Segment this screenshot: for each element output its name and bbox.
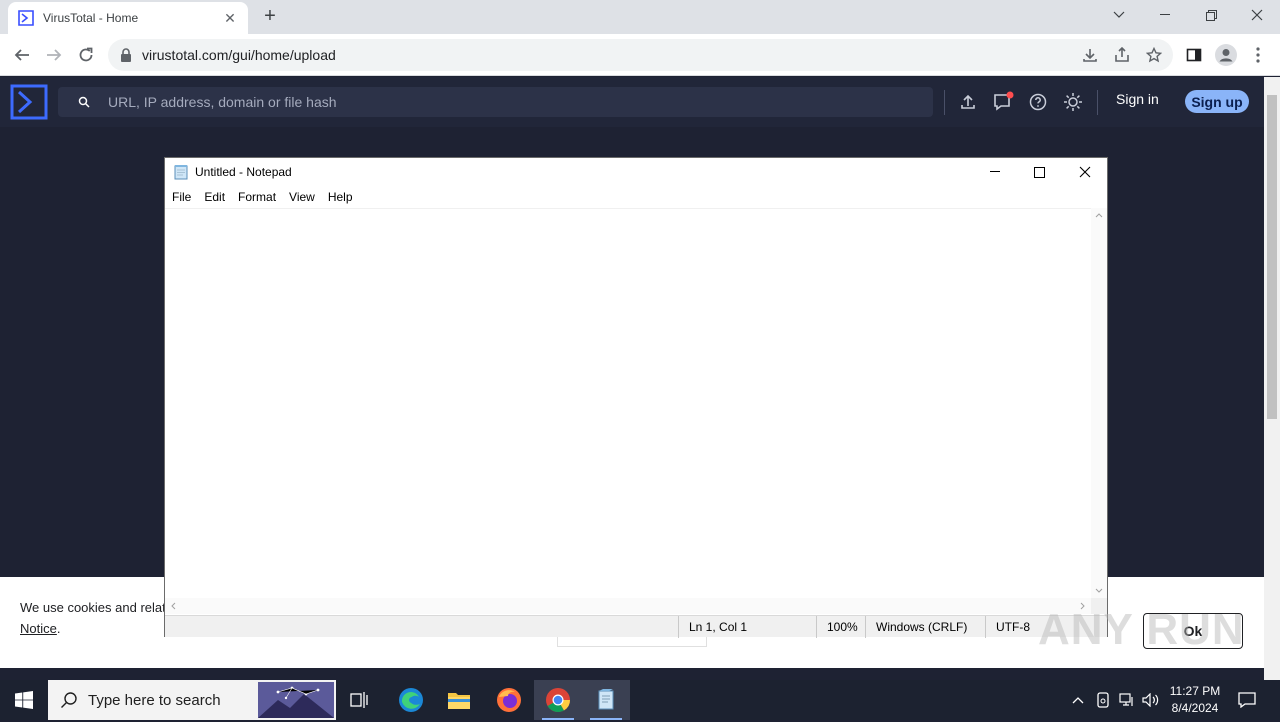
virustotal-logo-icon[interactable] — [10, 84, 48, 120]
reload-icon[interactable] — [71, 40, 101, 70]
address-bar[interactable]: virustotal.com/gui/home/upload — [108, 39, 1173, 71]
help-icon[interactable] — [1026, 90, 1050, 114]
new-tab-button[interactable]: + — [258, 6, 282, 28]
status-zoom: 100% — [816, 616, 868, 638]
notepad-horizontal-scrollbar[interactable] — [165, 598, 1091, 614]
privacy-notice-link[interactable]: Notice — [20, 621, 57, 636]
sign-in-link[interactable]: Sign in — [1116, 91, 1159, 107]
action-center-icon[interactable] — [1234, 680, 1260, 720]
chrome-menu-icon[interactable] — [1243, 40, 1273, 70]
tab-search-chevron-icon[interactable] — [1096, 0, 1142, 30]
windows-start-icon[interactable] — [0, 680, 48, 720]
virustotal-favicon-icon — [18, 10, 34, 26]
notifications-chat-icon[interactable] — [991, 90, 1015, 114]
notepad-maximize-icon[interactable] — [1017, 158, 1062, 186]
search-icon — [61, 692, 77, 708]
notepad-statusbar: Ln 1, Col 1 100% Windows (CRLF) UTF-8 — [165, 615, 1107, 638]
edge-browser-icon[interactable] — [387, 680, 435, 720]
task-view-icon[interactable] — [336, 680, 384, 720]
chrome-taskbar-icon[interactable] — [534, 680, 582, 720]
taskbar-clock[interactable]: 11:27 PM 8/4/2024 — [1158, 683, 1232, 717]
scroll-up-arrow-icon[interactable] — [1095, 212, 1103, 218]
search-placeholder: URL, IP address, domain or file hash — [108, 94, 337, 110]
cookie-banner-text: We use cookies and relat — [20, 600, 166, 615]
taskbar-search-placeholder: Type here to search — [88, 691, 221, 709]
sign-up-button[interactable]: Sign up — [1185, 90, 1249, 113]
back-arrow-icon[interactable] — [7, 40, 37, 70]
tab-title: VirusTotal - Home — [43, 11, 139, 25]
theme-toggle-sun-icon[interactable] — [1061, 90, 1085, 114]
restore-icon[interactable] — [1188, 0, 1234, 30]
tab-close-icon[interactable]: ✕ — [222, 10, 238, 26]
firefox-icon[interactable] — [485, 680, 533, 720]
windows-taskbar: Type here to search 11:27 PM 8/4/2024 — [0, 680, 1280, 720]
notepad-minimize-icon[interactable] — [972, 158, 1017, 186]
profile-avatar-icon[interactable] — [1211, 40, 1241, 70]
page-scrollbar[interactable] — [1264, 77, 1280, 680]
notepad-taskbar-icon[interactable] — [582, 680, 630, 720]
upload-icon[interactable] — [956, 90, 980, 114]
notepad-text-area[interactable] — [165, 208, 1107, 598]
browser-toolbar: virustotal.com/gui/home/upload — [0, 34, 1280, 76]
url-text: virustotal.com/gui/home/upload — [142, 47, 336, 63]
clock-time: 11:27 PM — [1169, 684, 1221, 698]
notepad-app-icon — [174, 165, 188, 180]
status-cursor-position: Ln 1, Col 1 — [678, 616, 818, 638]
search-highlight-image — [258, 682, 334, 718]
status-line-ending: Windows (CRLF) — [865, 616, 987, 638]
browser-tab-strip: VirusTotal - Home ✕ + — [0, 0, 1280, 34]
close-window-icon[interactable] — [1234, 0, 1280, 30]
scroll-down-arrow-icon[interactable] — [1095, 588, 1103, 594]
browser-tab-virustotal[interactable]: VirusTotal - Home ✕ — [8, 2, 248, 34]
header-divider — [1097, 90, 1098, 115]
taskbar-search-box[interactable]: Type here to search — [48, 680, 336, 720]
notepad-titlebar[interactable]: Untitled - Notepad — [165, 158, 1107, 186]
cookie-notice-line: Notice. — [20, 621, 60, 636]
share-icon[interactable] — [1107, 40, 1137, 70]
notepad-close-icon[interactable] — [1062, 158, 1107, 186]
forward-arrow-icon[interactable] — [39, 40, 69, 70]
notice-suffix: . — [56, 621, 61, 636]
virustotal-header: URL, IP address, domain or file hash Sig… — [0, 77, 1265, 127]
virustotal-search-input[interactable]: URL, IP address, domain or file hash — [58, 87, 933, 117]
clock-date: 8/4/2024 — [1171, 701, 1219, 715]
notepad-window: Untitled - Notepad File Edit Format View… — [164, 157, 1108, 638]
bookmark-star-icon[interactable] — [1139, 40, 1169, 70]
header-divider — [944, 90, 945, 115]
install-app-icon[interactable] — [1075, 40, 1105, 70]
file-explorer-icon[interactable] — [435, 680, 483, 720]
menu-format[interactable]: Format — [238, 190, 276, 204]
network-icon[interactable] — [1116, 680, 1138, 720]
search-icon — [78, 96, 90, 108]
notepad-vertical-scrollbar[interactable] — [1091, 208, 1107, 598]
menu-help[interactable]: Help — [328, 190, 353, 204]
lock-icon — [121, 48, 131, 62]
menu-file[interactable]: File — [172, 190, 191, 204]
tray-device-icon[interactable] — [1092, 680, 1114, 720]
notepad-menubar: File Edit Format View Help — [165, 186, 1107, 208]
scroll-left-arrow-icon[interactable] — [170, 602, 176, 610]
notepad-title: Untitled - Notepad — [195, 165, 292, 179]
menu-view[interactable]: View — [289, 190, 315, 204]
menu-edit[interactable]: Edit — [204, 190, 225, 204]
page-scrollbar-thumb[interactable] — [1267, 95, 1277, 419]
anyrun-watermark: ANY RUN — [1038, 605, 1245, 654]
tray-chevron-up-icon[interactable] — [1068, 680, 1088, 720]
minimize-icon[interactable] — [1142, 0, 1188, 30]
side-panel-icon[interactable] — [1179, 40, 1209, 70]
